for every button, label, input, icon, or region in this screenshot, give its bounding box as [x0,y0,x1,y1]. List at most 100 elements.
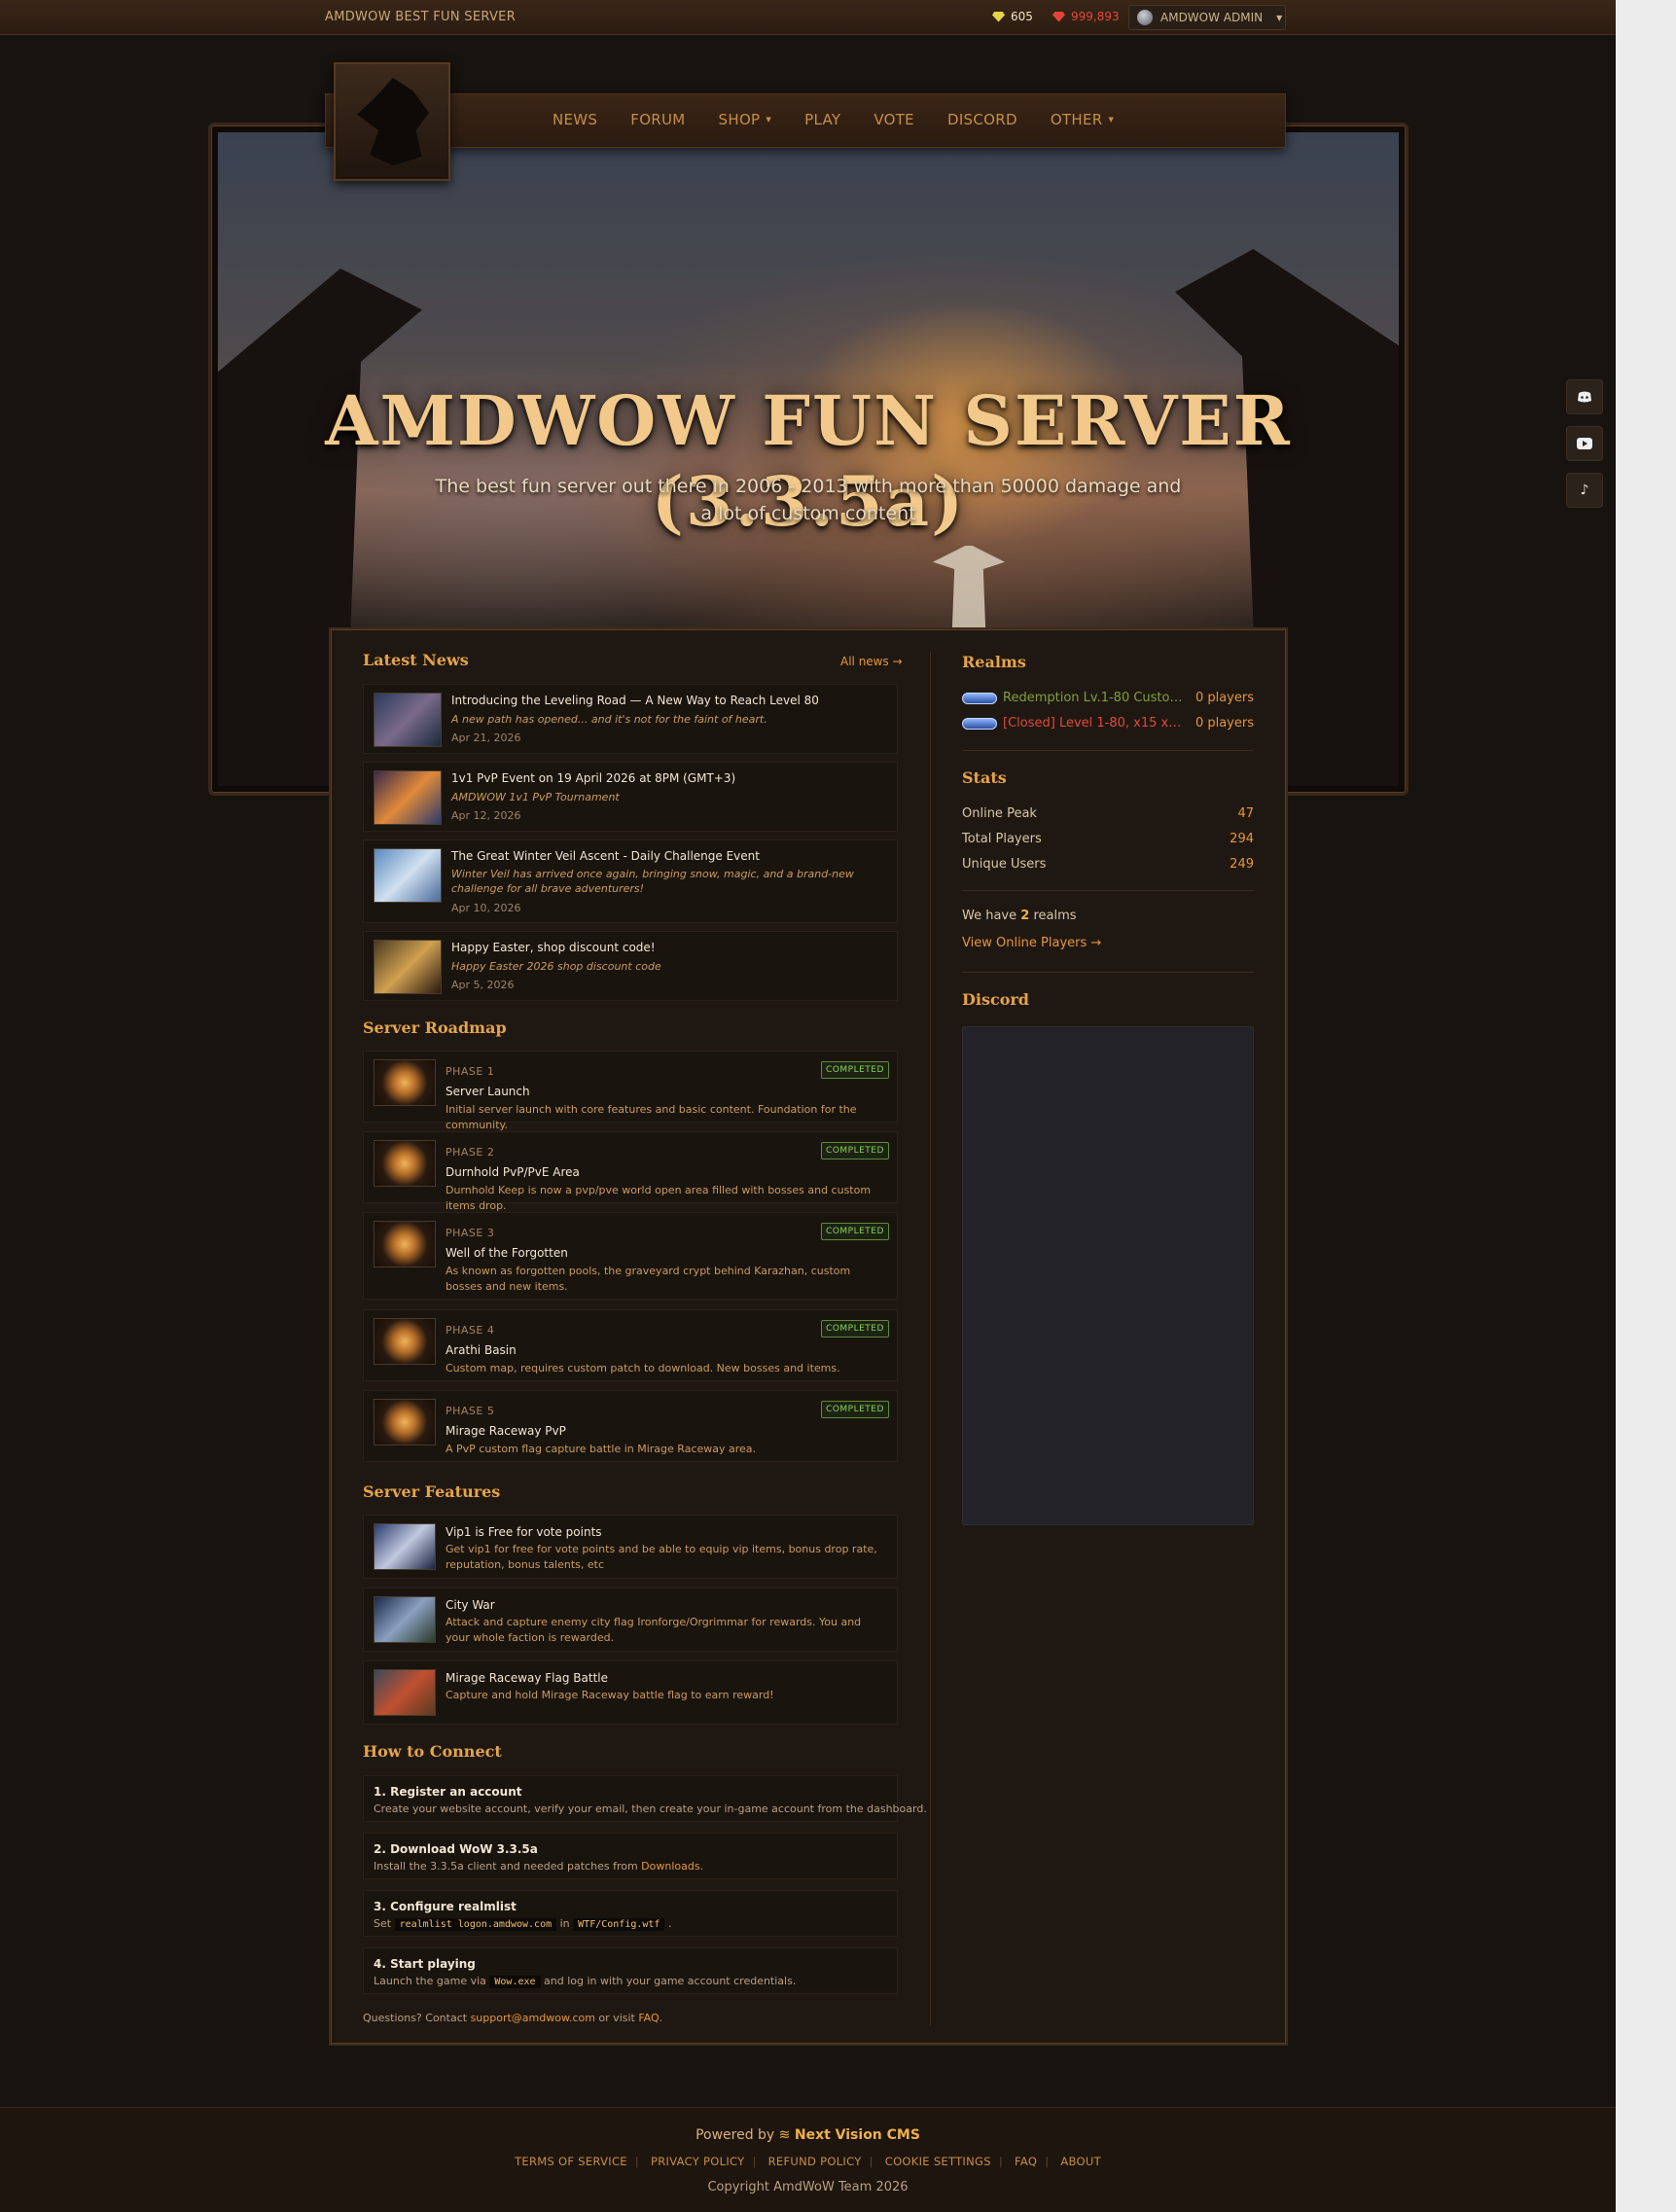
top-bar: AMDWOW BEST FUN SERVER 605 999,893 AMDWO… [0,0,1616,35]
nav-play[interactable]: PLAY [804,111,840,128]
nav-other[interactable]: OTHER ▼ [1051,111,1114,128]
news-date: Apr 12, 2026 [451,809,521,822]
news-item[interactable]: Introducing the Leveling Road — A New Wa… [363,684,898,754]
roadmap-heading: Server Roadmap [363,1018,507,1037]
realm-row[interactable]: Redemption Lv.1-80 Custom ... 0 players [962,691,1254,705]
news-thumbnail [374,848,442,903]
footer-link-cookies[interactable]: COOKIE SETTINGS [885,2155,991,2168]
phase-emblem-icon [374,1399,436,1445]
feature-desc: Attack and capture enemy city flag Ironf… [446,1616,862,1644]
footer-link-faq[interactable]: FAQ [1015,2155,1037,2168]
features-heading: Server Features [363,1482,501,1501]
news-date: Apr 5, 2026 [451,979,515,991]
feature-title: Vip1 is Free for vote points [446,1525,602,1539]
feature-item: Mirage Raceway Flag Battle Capture and h… [363,1660,898,1725]
news-title: Happy Easter, shop discount code! [451,941,656,954]
footer-link-terms[interactable]: TERMS OF SERVICE [515,2155,627,2168]
tiktok-social-button[interactable]: ♪ [1566,473,1603,508]
cms-link[interactable]: Next Vision CMS [795,2127,920,2143]
roadmap-item: PHASE 1 COMPLETED Server Launch Initial … [363,1051,898,1131]
youtube-social-button[interactable] [1566,426,1603,461]
username: AMDWOW ADMIN [1160,11,1264,24]
step-title: 3. Configure realmlist [374,1900,517,1913]
news-item[interactable]: The Great Winter Veil Ascent - Daily Cha… [363,839,898,923]
realms-heading: Realms [962,653,1026,671]
copyright: Copyright AmdWoW Team 2026 [707,2180,909,2194]
discord-icon [1578,391,1591,403]
latest-news-heading: Latest News [363,651,469,669]
support-email-link[interactable]: support@amdwow.com [471,2012,595,2024]
footer-link-refund[interactable]: REFUND POLICY [768,2155,862,2168]
config-path-code: WTF/Config.wtf [573,1918,665,1931]
wotlk-icon [962,717,997,730]
step-desc: Install the 3.3.5a client and needed pat… [374,1860,704,1873]
stats-heading: Stats [962,768,1007,787]
realm-row[interactable]: [Closed] Level 1-80, x15 xp ... 0 player… [962,716,1254,731]
powered-by: Powered by ≋ Next Vision CMS [695,2127,920,2143]
currency-donate-value: 999,893 [1071,10,1120,23]
caret-down-icon: ▼ [1276,13,1283,22]
realm-players: 0 players [1195,691,1254,705]
news-subtitle: Happy Easter 2026 shop discount code [451,960,661,973]
site-logo[interactable] [334,62,450,181]
roadmap-desc: Initial server launch with core features… [446,1103,857,1131]
roadmap-title: Server Launch [446,1085,530,1098]
nav-discord[interactable]: DISCORD [947,111,1017,128]
all-news-link[interactable]: All news → [840,655,903,668]
roadmap-desc: Durnhold Keep is now a pvp/pve world ope… [446,1184,872,1212]
phase-emblem-icon [374,1059,436,1106]
feature-item: Vip1 is Free for vote points Get vip1 fo… [363,1515,898,1579]
roadmap-desc: Custom map, requires custom patch to dow… [446,1362,840,1374]
phase-label: PHASE 2 [446,1146,495,1159]
status-badge: COMPLETED [821,1223,889,1240]
news-item[interactable]: 1v1 PvP Event on 19 April 2026 at 8PM (G… [363,762,898,832]
feature-desc: Get vip1 for free for vote points and be… [446,1543,877,1571]
nav-shop[interactable]: SHOP ▼ [719,111,772,128]
news-title: 1v1 PvP Event on 19 April 2026 at 8PM (G… [451,771,736,785]
faq-link[interactable]: FAQ [638,2012,659,2024]
roadmap-title: Durnhold PvP/PvE Area [446,1165,580,1179]
phase-emblem-icon [374,1318,436,1365]
footer-link-privacy[interactable]: PRIVACY POLICY [651,2155,744,2168]
realm-name: Redemption Lv.1-80 Custom ... [1003,691,1188,705]
nav-vote[interactable]: VOTE [874,111,914,128]
connect-step: 4. Start playing Launch the game via Wow… [363,1947,898,1994]
phase-label: PHASE 1 [446,1065,495,1078]
news-subtitle: AMDWOW 1v1 PvP Tournament [451,791,620,803]
footer-link-about[interactable]: ABOUT [1060,2155,1101,2168]
status-badge: COMPLETED [821,1320,889,1338]
news-item[interactable]: Happy Easter, shop discount code! Happy … [363,931,898,1001]
tiktok-icon: ♪ [1580,482,1589,498]
roadmap-title: Well of the Forgotten [446,1246,568,1260]
site-tagline: AMDWOW BEST FUN SERVER [325,10,517,24]
discord-widget[interactable] [962,1026,1254,1525]
footer-links: TERMS OF SERVICE | PRIVACY POLICY | REFUND… [515,2155,1101,2168]
status-badge: COMPLETED [821,1061,889,1079]
news-subtitle: A new path has opened... and it's not fo… [451,713,767,726]
view-online-players-link[interactable]: View Online Players → [962,936,1254,950]
stat-row: Total Players 294 [962,832,1254,846]
red-gem-icon [1052,11,1065,22]
roadmap-desc: As known as forgotten pools, the graveya… [446,1265,851,1293]
feature-title: Mirage Raceway Flag Battle [446,1671,609,1685]
phase-label: PHASE 4 [446,1324,495,1337]
feature-desc: Capture and hold Mirage Raceway battle f… [446,1689,774,1701]
step-title: 2. Download WoW 3.3.5a [374,1842,538,1856]
discord-social-button[interactable] [1566,379,1603,414]
youtube-icon [1577,438,1592,449]
step-desc: Launch the game via Wow.exe and log in w… [374,1975,797,1988]
cms-logo-icon: ≋ [778,2127,791,2143]
scrollbar[interactable] [1616,0,1676,2212]
column-divider [930,652,931,2025]
connect-step: 1. Register an account Create your websi… [363,1775,927,1822]
news-title: The Great Winter Veil Ascent - Daily Cha… [451,849,760,863]
downloads-link[interactable]: Downloads [641,1860,699,1873]
support-note: Questions? Contact support@amdwow.com or… [363,2012,663,2024]
user-menu[interactable]: AMDWOW ADMIN ▼ [1128,5,1286,30]
news-date: Apr 21, 2026 [451,731,521,744]
stat-row: Online Peak 47 [962,806,1254,821]
roadmap-item: PHASE 5 COMPLETED Mirage Raceway PvP A P… [363,1390,898,1462]
nav-forum[interactable]: FORUM [630,111,685,128]
roadmap-item: PHASE 4 COMPLETED Arathi Basin Custom ma… [363,1309,898,1381]
nav-news[interactable]: NEWS [553,111,597,128]
